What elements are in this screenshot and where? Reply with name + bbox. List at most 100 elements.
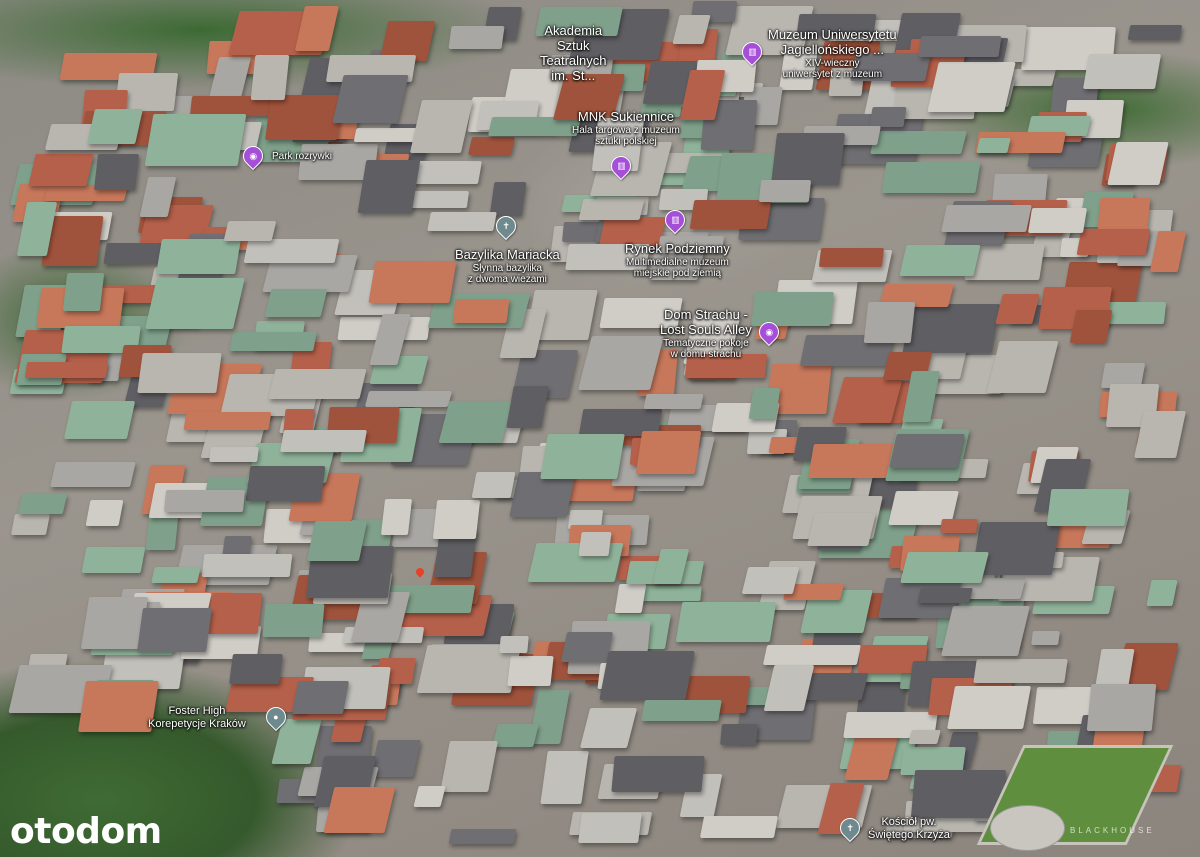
building-roof	[17, 494, 68, 515]
building-roof	[748, 388, 780, 420]
building-roof	[467, 137, 516, 156]
building-roof	[323, 786, 396, 833]
building-roof	[539, 750, 589, 805]
building-roof	[209, 446, 260, 462]
building-roof	[926, 61, 1016, 113]
building-roof	[770, 132, 845, 185]
building-roof	[508, 472, 576, 518]
building-roof	[492, 724, 539, 748]
building-roof	[759, 179, 812, 202]
poi-foster-high[interactable]: Foster High Korepetycje Kraków	[148, 705, 246, 730]
building-roof	[888, 434, 965, 468]
building-roof	[87, 108, 143, 145]
building-roof	[917, 587, 974, 603]
building-roof	[409, 100, 474, 153]
building-roof	[689, 199, 772, 229]
building-roof	[751, 292, 835, 327]
building-roof	[808, 443, 897, 478]
building-roof	[380, 498, 413, 535]
building-roof	[265, 94, 344, 140]
building-roof	[1086, 684, 1157, 732]
building-roof	[675, 602, 777, 643]
church-icon[interactable]: ✝	[491, 211, 521, 241]
building-roof	[763, 645, 862, 666]
building-roof	[640, 700, 721, 722]
poi-akademia-sztuk-teatralnych[interactable]: Akademia Sztuk Teatralnych im. St...	[540, 23, 606, 84]
building-roof	[818, 248, 884, 268]
building-roof	[908, 729, 942, 744]
building-roof	[370, 739, 422, 777]
building-roof	[229, 653, 284, 685]
building-roof	[250, 54, 290, 100]
building-roof	[408, 190, 470, 208]
building-roof	[155, 238, 241, 275]
building-roof	[279, 429, 367, 452]
building-roof	[902, 304, 1001, 354]
building-roof	[471, 472, 516, 499]
building-roof	[1107, 142, 1169, 186]
poi-mnk-sukiennice[interactable]: MNK Sukiennice Hala targowa z muzeum szt…	[572, 109, 680, 148]
building-roof	[24, 362, 108, 379]
building-roof	[81, 547, 146, 574]
building-roof	[448, 828, 516, 844]
building-roof	[448, 26, 505, 50]
museum-icon[interactable]: ▥	[660, 205, 690, 235]
building-roof	[183, 411, 272, 430]
building-roof	[578, 813, 642, 844]
building-roof	[438, 400, 513, 443]
building-roof	[719, 724, 758, 745]
building-roof	[899, 244, 982, 276]
fountain-plaza	[990, 805, 1065, 851]
building-roof	[1133, 411, 1187, 459]
building-roof	[50, 462, 136, 487]
building-roof	[831, 376, 904, 423]
building-roof	[413, 786, 446, 808]
building-roof	[1146, 579, 1178, 606]
building-roof	[940, 606, 1030, 657]
poi-bazylika-mariacka[interactable]: Bazylika Mariacka Słynna bazylika z dwom…	[455, 247, 560, 286]
building-roof	[243, 239, 340, 263]
building-roof	[870, 130, 968, 155]
building-roof	[262, 604, 326, 638]
building-roof	[611, 755, 705, 792]
building-roof	[577, 335, 664, 390]
building-roof	[151, 566, 202, 583]
building-roof	[635, 431, 702, 475]
building-roof	[1128, 25, 1183, 41]
building-roof	[1076, 228, 1152, 256]
building-roof	[103, 242, 164, 264]
building-roof	[561, 631, 614, 662]
building-roof	[1083, 54, 1162, 90]
building-roof	[699, 816, 778, 838]
building-roof	[245, 466, 326, 502]
aerial-3d-map[interactable]: Akademia Sztuk Teatralnych im. St... ▥ M…	[0, 0, 1200, 857]
building-roof	[357, 159, 420, 213]
building-roof	[93, 154, 139, 191]
building-roof	[580, 708, 638, 749]
building-roof	[863, 301, 916, 343]
building-roof	[807, 513, 877, 547]
building-roof	[224, 220, 278, 241]
building-roof	[137, 352, 223, 393]
building-roof	[332, 75, 410, 124]
building-roof	[881, 161, 981, 193]
selected-location-pin[interactable]	[414, 566, 426, 578]
building-roof	[540, 434, 626, 480]
building-roof	[986, 340, 1060, 394]
poi-rynek-podziemny[interactable]: Rynek Podziemny Multimedialne muzeum mie…	[625, 241, 730, 280]
building-roof	[578, 531, 612, 557]
building-roof	[63, 401, 135, 440]
building-roof	[918, 36, 1001, 58]
poi-park-rozrywki[interactable]: Park rozrywki	[272, 151, 332, 163]
building-roof	[452, 298, 510, 323]
building-roof	[145, 278, 245, 329]
poi-kosciol-swietego-krzyza[interactable]: Kościół pw. Świętego Krzyża	[868, 816, 950, 841]
building-roof	[1031, 630, 1060, 646]
building-roof	[62, 272, 105, 311]
poi-dom-strachu[interactable]: Dom Strachu - Lost Souls Alley Tematyczn…	[660, 307, 752, 361]
building-roof	[994, 293, 1040, 324]
building-roof	[598, 651, 695, 701]
building-roof	[365, 391, 453, 407]
building-roof	[11, 514, 50, 536]
poi-muzeum-uniwersytetu[interactable]: Muzeum Uniwersytetu Jagiellońskiego ... …	[768, 27, 897, 81]
